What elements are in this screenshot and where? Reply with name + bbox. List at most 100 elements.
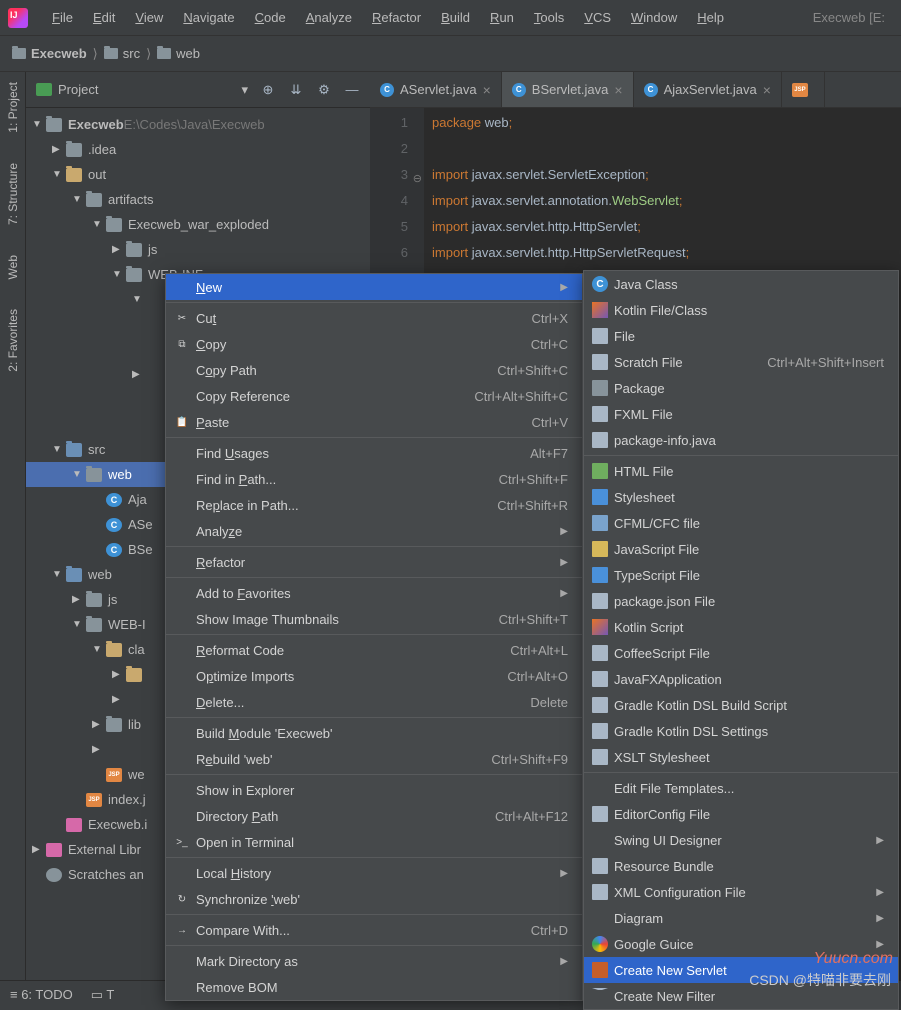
menu-analyze[interactable]: Analyze — [296, 6, 362, 29]
rail-1Project[interactable]: 1: Project — [6, 76, 20, 139]
tab-jsp[interactable] — [782, 72, 825, 107]
tree-row[interactable]: Execweb_war_exploded — [26, 212, 370, 237]
menu-copypath[interactable]: Copy PathCtrl+Shift+C — [166, 357, 582, 383]
hide-icon[interactable]: — — [344, 82, 360, 98]
menu-markdirectoryas[interactable]: Mark Directory as▶ — [166, 948, 582, 974]
context-menu[interactable]: New▶ ✂CutCtrl+X⧉CopyCtrl+CCopy PathCtrl+S… — [165, 273, 583, 1001]
menu-reformatcode[interactable]: Reformat CodeCtrl+Alt+L — [166, 637, 582, 663]
menu-view[interactable]: View — [125, 6, 173, 29]
menu-editfiletemplates[interactable]: Edit File Templates... — [584, 775, 898, 801]
menu-icon — [592, 962, 608, 978]
menu-javaclass[interactable]: CJava Class — [584, 271, 898, 297]
menu-build[interactable]: Build — [431, 6, 480, 29]
menu-typescriptfile[interactable]: TypeScript File — [584, 562, 898, 588]
menu-paste[interactable]: 📋PasteCtrl+V — [166, 409, 582, 435]
rail-7Structure[interactable]: 7: Structure — [6, 157, 20, 231]
menu-directorypath[interactable]: Directory PathCtrl+Alt+F12 — [166, 803, 582, 829]
close-icon[interactable]: × — [763, 82, 771, 98]
rail-2Favorites[interactable]: 2: Favorites — [6, 303, 20, 378]
menu-window[interactable]: Window — [621, 6, 687, 29]
menu-showinexplorer[interactable]: Show in Explorer — [166, 777, 582, 803]
menu-gradlekotlindslsettings[interactable]: Gradle Kotlin DSL Settings — [584, 718, 898, 744]
menu-file[interactable]: File — [584, 323, 898, 349]
menu-swinguidesigner[interactable]: Swing UI Designer▶ — [584, 827, 898, 853]
menu-showimagethumbnails[interactable]: Show Image ThumbnailsCtrl+Shift+T — [166, 606, 582, 632]
menu-fxmlfile[interactable]: FXML File — [584, 401, 898, 427]
menu-xsltstylesheet[interactable]: XSLT Stylesheet — [584, 744, 898, 770]
menu-removebom[interactable]: Remove BOM — [166, 974, 582, 1000]
new-submenu[interactable]: CJava ClassKotlin File/ClassFileScratch … — [583, 270, 899, 1010]
gear-icon[interactable]: ⚙ — [316, 82, 332, 98]
menu-addtofavorites[interactable]: Add to Favorites▶ — [166, 580, 582, 606]
menu-gradlekotlindslbuildscript[interactable]: Gradle Kotlin DSL Build Script — [584, 692, 898, 718]
folder-icon — [66, 143, 82, 157]
menu-copyreference[interactable]: Copy ReferenceCtrl+Alt+Shift+C — [166, 383, 582, 409]
tree-row[interactable]: js — [26, 237, 370, 262]
close-icon[interactable]: × — [614, 82, 622, 98]
crumb-web[interactable]: web — [176, 46, 200, 61]
project-tool-header[interactable]: Project ▾ ⊕ ⇊ ⚙ — — [26, 72, 370, 108]
menu-cfmlcfcfile[interactable]: CFML/CFC file — [584, 510, 898, 536]
menu-help[interactable]: Help — [687, 6, 734, 29]
rail-Web[interactable]: Web — [6, 249, 20, 285]
menu-package[interactable]: Package — [584, 375, 898, 401]
menu-edit[interactable]: Edit — [83, 6, 125, 29]
menu-xmlconfigurationfile[interactable]: XML Configuration File▶ — [584, 879, 898, 905]
breadcrumb: Execweb⟩src⟩web — [0, 36, 901, 72]
menu-javascriptfile[interactable]: JavaScript File — [584, 536, 898, 562]
menu-diagram[interactable]: Diagram▶ — [584, 905, 898, 931]
menu-navigate[interactable]: Navigate — [173, 6, 244, 29]
tab-AServlet.java[interactable]: AServlet.java× — [370, 72, 502, 107]
menu-copy[interactable]: ⧉CopyCtrl+C — [166, 331, 582, 357]
menu-run[interactable]: Run — [480, 6, 524, 29]
close-icon[interactable]: × — [483, 82, 491, 98]
menu-kotlinscript[interactable]: Kotlin Script — [584, 614, 898, 640]
menu-kotlinfileclass[interactable]: Kotlin File/Class — [584, 297, 898, 323]
menu-packageinfojava[interactable]: package-info.java — [584, 427, 898, 453]
menu-delete[interactable]: Delete...Delete — [166, 689, 582, 715]
menu-coffeescriptfile[interactable]: CoffeeScript File — [584, 640, 898, 666]
tree-row[interactable]: .idea — [26, 137, 370, 162]
menu-code[interactable]: Code — [245, 6, 296, 29]
crumb-src[interactable]: src — [123, 46, 140, 61]
menu-buildmoduleexecweb[interactable]: Build Module 'Execweb' — [166, 720, 582, 746]
menu-optimizeimports[interactable]: Optimize ImportsCtrl+Alt+O — [166, 663, 582, 689]
menu-vcs[interactable]: VCS — [574, 6, 621, 29]
tree-row[interactable]: out — [26, 162, 370, 187]
locate-icon[interactable]: ⊕ — [260, 82, 276, 98]
menu-replaceinpath[interactable]: Replace in Path...Ctrl+Shift+R — [166, 492, 582, 518]
menu-analyze[interactable]: Analyze▶ — [166, 518, 582, 544]
terminal-tool[interactable]: ▭ T — [91, 987, 115, 1003]
menu-findinpath[interactable]: Find in Path...Ctrl+Shift+F — [166, 466, 582, 492]
menu-resourcebundle[interactable]: Resource Bundle — [584, 853, 898, 879]
menu-synchronizeweb[interactable]: ↻Synchronize 'web' — [166, 886, 582, 912]
menu-tools[interactable]: Tools — [524, 6, 574, 29]
folder-icon — [126, 268, 142, 282]
menu-localhistory[interactable]: Local History▶ — [166, 860, 582, 886]
menu-htmlfile[interactable]: HTML File — [584, 458, 898, 484]
tab-AjaxServlet.java[interactable]: AjaxServlet.java× — [634, 72, 782, 107]
tree-row[interactable]: artifacts — [26, 187, 370, 212]
menu-rebuildweb[interactable]: Rebuild 'web'Ctrl+Shift+F9 — [166, 746, 582, 772]
collapse-icon[interactable]: ⇊ — [288, 82, 304, 98]
menu-cut[interactable]: ✂CutCtrl+X — [166, 305, 582, 331]
crumb-Execweb[interactable]: Execweb — [31, 46, 87, 61]
todo-tool[interactable]: ≡ 6: TODO — [10, 987, 73, 1002]
menu-openinterminal[interactable]: >_Open in Terminal — [166, 829, 582, 855]
menu-stylesheet[interactable]: Stylesheet — [584, 484, 898, 510]
menu-packagejsonfile[interactable]: package.json File — [584, 588, 898, 614]
tree-row[interactable]: Execweb E:\Codes\Java\Execweb — [26, 112, 370, 137]
chevron-down-icon[interactable]: ▾ — [241, 82, 248, 98]
folder-icon — [106, 718, 122, 732]
menu-javafxapplication[interactable]: JavaFXApplication — [584, 666, 898, 692]
menu-comparewith[interactable]: →Compare With...Ctrl+D — [166, 917, 582, 943]
menu-icon — [592, 354, 608, 370]
menu-scratchfile[interactable]: Scratch FileCtrl+Alt+Shift+Insert — [584, 349, 898, 375]
menu-new[interactable]: New▶ — [166, 274, 582, 300]
menu-editorconfigfile[interactable]: EditorConfig File — [584, 801, 898, 827]
menu-refactor[interactable]: Refactor — [362, 6, 431, 29]
menu-file[interactable]: File — [42, 6, 83, 29]
menu-refactor[interactable]: Refactor▶ — [166, 549, 582, 575]
menu-findusages[interactable]: Find UsagesAlt+F7 — [166, 440, 582, 466]
tab-BServlet.java[interactable]: BServlet.java× — [502, 72, 634, 107]
